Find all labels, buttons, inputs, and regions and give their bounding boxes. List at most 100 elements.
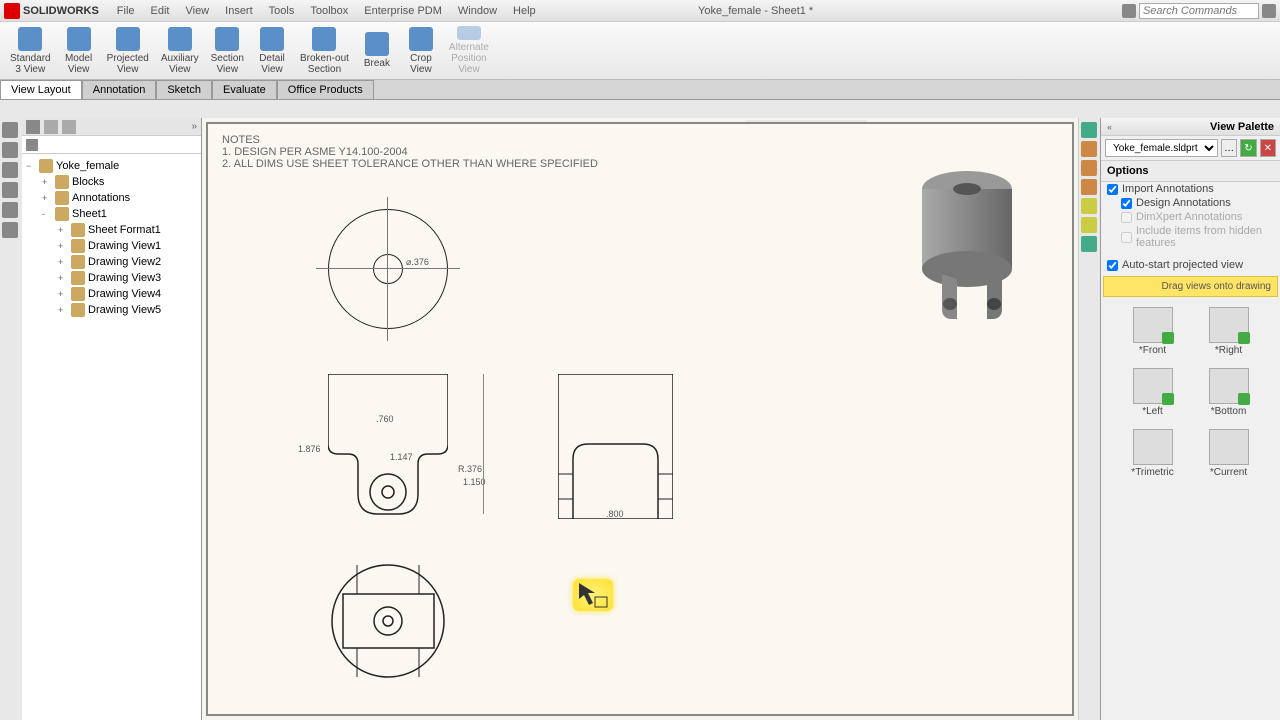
section-view-button[interactable]: SectionView — [205, 24, 250, 77]
palette-view-right[interactable]: *Right — [1200, 307, 1258, 356]
tab-sketch[interactable]: Sketch — [156, 80, 212, 99]
dim-front-r2[interactable]: R.376 — [458, 464, 482, 474]
tab-view-layout[interactable]: View Layout — [0, 80, 82, 99]
hidden-features-check[interactable]: Include items from hidden features — [1101, 224, 1280, 250]
tree-item-drawing-view1[interactable]: +Drawing View1 — [26, 238, 197, 254]
tree-item-drawing-view5[interactable]: +Drawing View5 — [26, 302, 197, 318]
design-annotations-check[interactable]: Design Annotations — [1101, 196, 1280, 210]
alternate-position-view-button: AlternatePositionView — [443, 24, 495, 77]
balloon-icon[interactable] — [2, 222, 18, 238]
drawing-sheet[interactable]: NOTES 1. DESIGN PER ASME Y14.100-2004 2.… — [206, 122, 1074, 716]
palette-view-trimetric[interactable]: *Trimetric — [1124, 429, 1182, 478]
view-palette-icon[interactable] — [1081, 179, 1097, 195]
break-button[interactable]: Break — [355, 24, 399, 77]
tree-root[interactable]: −Yoke_female — [26, 158, 197, 174]
model-select[interactable]: Yoke_female.sldprt — [1105, 139, 1218, 157]
break-icon — [365, 32, 389, 56]
tree-item-sheet1[interactable]: -Sheet1 — [26, 206, 197, 222]
tree-item-drawing-view2[interactable]: +Drawing View2 — [26, 254, 197, 270]
custom-properties-icon[interactable] — [1081, 217, 1097, 233]
menu-file[interactable]: File — [109, 2, 143, 20]
crop-view-button[interactable]: CropView — [399, 24, 443, 77]
design-library-icon[interactable] — [1081, 141, 1097, 157]
menu-edit[interactable]: Edit — [143, 2, 178, 20]
dim-front-w[interactable]: .760 — [376, 414, 394, 424]
sheet-format-icon — [71, 223, 85, 237]
palette-view-front[interactable]: *Front — [1124, 307, 1182, 356]
menu-help[interactable]: Help — [505, 2, 544, 20]
palette-view-left[interactable]: *Left — [1124, 368, 1182, 417]
document-title: Yoke_female - Sheet1 * — [698, 5, 813, 17]
auto-start-projected-check[interactable]: Auto-start projected view — [1101, 258, 1280, 272]
menu-enterprise-pdm[interactable]: Enterprise PDM — [356, 2, 450, 20]
standard-3-view-icon — [18, 27, 42, 51]
model-view-icon — [67, 27, 91, 51]
drawing-view-front[interactable]: .760 1.876 1.147 R.376 1.150 — [328, 374, 448, 519]
tab-office-products[interactable]: Office Products — [277, 80, 374, 99]
drawing-view-bottom[interactable] — [331, 564, 446, 679]
search-commands-input[interactable] — [1139, 3, 1259, 19]
menu-insert[interactable]: Insert — [217, 2, 261, 20]
browse-button[interactable]: … — [1221, 139, 1237, 157]
command-manager-tabs: View Layout Annotation Sketch Evaluate O… — [0, 80, 1280, 100]
detail-view-icon — [260, 27, 284, 51]
tab-annotation[interactable]: Annotation — [82, 80, 157, 99]
property-manager-tab-icon[interactable] — [44, 120, 58, 134]
sketch-icon[interactable] — [2, 162, 18, 178]
tree-item-annotations[interactable]: +Annotations — [26, 190, 197, 206]
drag-hint-label: Drag views onto drawing — [1103, 276, 1278, 297]
app-name: SOLIDWORKS — [23, 5, 99, 17]
dim-front-r1[interactable]: 1.147 — [390, 452, 413, 462]
note-icon[interactable] — [2, 202, 18, 218]
measure-icon[interactable] — [2, 142, 18, 158]
menu-bar: SOLIDWORKS File Edit View Insert Tools T… — [0, 0, 1280, 22]
palette-view-current[interactable]: *Current — [1200, 429, 1258, 478]
drawing-view-isometric[interactable] — [912, 164, 1032, 334]
auxiliary-view-button[interactable]: AuxiliaryView — [155, 24, 205, 77]
config-manager-tab-icon[interactable] — [62, 120, 76, 134]
clear-button[interactable]: ✕ — [1260, 139, 1276, 157]
feature-tree: −Yoke_female +Blocks +Annotations -Sheet… — [22, 154, 201, 720]
appearances-icon[interactable] — [1081, 198, 1097, 214]
solidworks-resources-icon[interactable] — [1081, 122, 1097, 138]
projected-view-button[interactable]: ProjectedView — [101, 24, 155, 77]
search-go-icon[interactable] — [1262, 4, 1276, 18]
feature-filter-row — [22, 136, 201, 154]
tree-item-sheet-format1[interactable]: +Sheet Format1 — [26, 222, 197, 238]
main-area: » −Yoke_female +Blocks +Annotations -She… — [0, 118, 1280, 720]
file-explorer-icon[interactable] — [1081, 160, 1097, 176]
select-icon[interactable] — [2, 122, 18, 138]
menu-window[interactable]: Window — [450, 2, 505, 20]
palette-view-bottom[interactable]: *Bottom — [1200, 368, 1258, 417]
refresh-button[interactable]: ↻ — [1240, 139, 1256, 157]
tree-item-blocks[interactable]: +Blocks — [26, 174, 197, 190]
tree-item-drawing-view4[interactable]: +Drawing View4 — [26, 286, 197, 302]
dim-right-w[interactable]: .800 — [606, 509, 624, 519]
model-view-button[interactable]: ModelView — [57, 24, 101, 77]
tab-evaluate[interactable]: Evaluate — [212, 80, 277, 99]
left-toolbar — [0, 118, 22, 720]
drawing-canvas[interactable]: NOTES 1. DESIGN PER ASME Y14.100-2004 2.… — [202, 118, 1078, 720]
drawing-view-icon — [71, 287, 85, 301]
feature-tree-tab-icon[interactable] — [26, 120, 40, 134]
drawing-view-right[interactable]: .800 — [558, 374, 673, 522]
detail-view-button[interactable]: DetailView — [250, 24, 294, 77]
collapse-panel-icon[interactable]: » — [191, 121, 197, 132]
drawing-notes: NOTES 1. DESIGN PER ASME Y14.100-2004 2.… — [222, 134, 598, 170]
standard-3-view-button[interactable]: Standard3 View — [4, 24, 57, 77]
tree-item-drawing-view3[interactable]: +Drawing View3 — [26, 270, 197, 286]
menu-tools[interactable]: Tools — [261, 2, 303, 20]
drawing-view-top[interactable]: ⌀.376 — [328, 209, 448, 329]
dimension-icon[interactable] — [2, 182, 18, 198]
filter-icon[interactable] — [26, 139, 38, 151]
menu-toolbox[interactable]: Toolbox — [302, 2, 356, 20]
dimxpert-annotations-check[interactable]: DimXpert Annotations — [1101, 210, 1280, 224]
menu-view[interactable]: View — [177, 2, 217, 20]
dim-front-h[interactable]: 1.876 — [298, 444, 321, 454]
dim-top-dia[interactable]: ⌀.376 — [406, 257, 429, 268]
forum-icon[interactable] — [1081, 236, 1097, 252]
annotations-icon — [55, 191, 69, 205]
sheet-icon — [55, 207, 69, 221]
import-annotations-check[interactable]: Import Annotations — [1101, 182, 1280, 196]
broken-out-section-button[interactable]: Broken-outSection — [294, 24, 355, 77]
